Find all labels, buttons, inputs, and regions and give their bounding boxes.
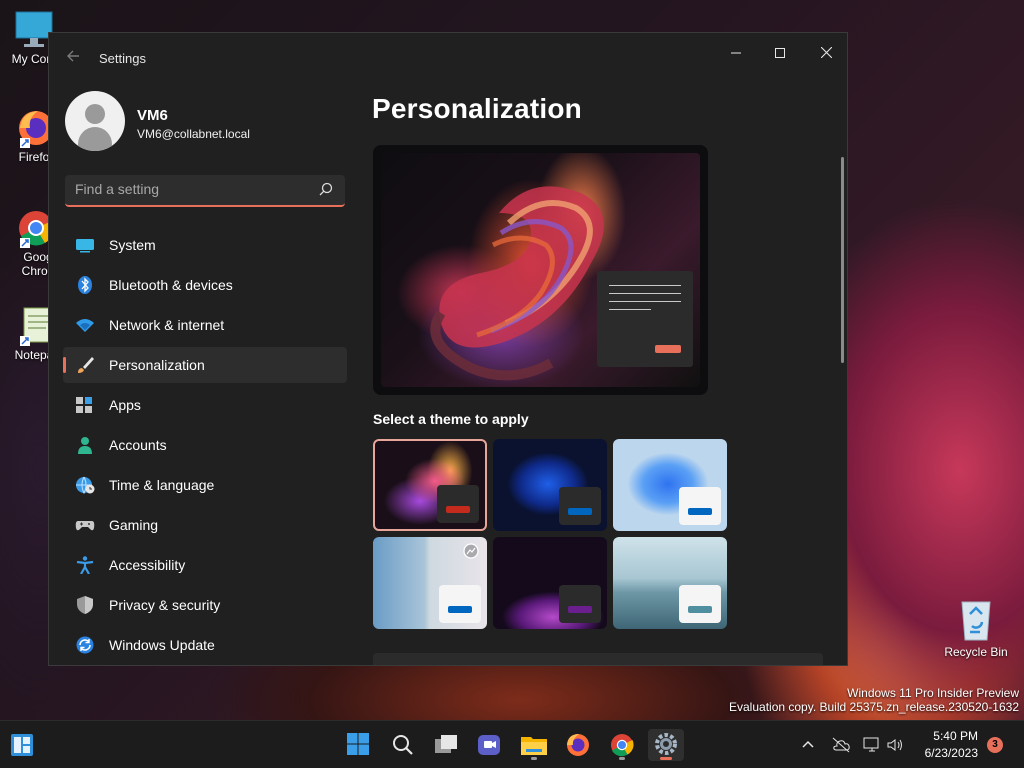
chat-icon bbox=[478, 735, 500, 755]
start-button[interactable] bbox=[340, 729, 376, 761]
spotlight-icon bbox=[463, 543, 479, 559]
settings-taskbar-button[interactable] bbox=[648, 729, 684, 761]
accessibility-icon bbox=[76, 556, 94, 574]
task-view-icon bbox=[435, 735, 457, 753]
network-icon[interactable] bbox=[863, 737, 881, 753]
gamepad-icon bbox=[75, 521, 95, 531]
volume-icon[interactable] bbox=[886, 737, 904, 753]
settings-nav: System Bluetooth & devices Network & int… bbox=[63, 227, 347, 665]
user-name: VM6 bbox=[137, 107, 168, 124]
search-input[interactable] bbox=[65, 175, 305, 203]
maximize-button[interactable] bbox=[757, 39, 803, 69]
search-box[interactable] bbox=[65, 175, 345, 207]
desktop-icon-recycle-bin[interactable]: Recycle Bin bbox=[944, 596, 1008, 659]
bluetooth-icon bbox=[78, 276, 92, 294]
task-view-button[interactable] bbox=[428, 729, 464, 761]
sidebar: VM6 VM6@collabnet.local System Bluetooth… bbox=[63, 85, 347, 654]
file-explorer-button[interactable] bbox=[516, 729, 552, 761]
user-profile[interactable]: VM6 VM6@collabnet.local bbox=[63, 85, 347, 175]
maximize-icon bbox=[775, 48, 785, 58]
sidebar-item-accessibility[interactable]: Accessibility bbox=[63, 547, 347, 583]
theme-section-heading: Select a theme to apply bbox=[373, 411, 529, 427]
theme-flow[interactable] bbox=[613, 537, 727, 629]
window-title: Settings bbox=[99, 51, 146, 66]
sidebar-item-personalization[interactable]: Personalization bbox=[63, 347, 347, 383]
clock-date: 6/23/2023 bbox=[924, 746, 978, 760]
chevron-up-icon[interactable] bbox=[800, 737, 816, 753]
close-button[interactable] bbox=[803, 39, 847, 69]
wifi-icon bbox=[76, 319, 94, 332]
theme-bloom-light[interactable] bbox=[613, 439, 727, 531]
recycle-bin-icon bbox=[961, 601, 991, 641]
sidebar-item-label: Network & internet bbox=[109, 317, 225, 333]
sidebar-item-network[interactable]: Network & internet bbox=[63, 307, 347, 343]
sidebar-item-label: System bbox=[109, 237, 156, 253]
clock[interactable]: 5:40 PM 6/23/2023 bbox=[925, 728, 978, 762]
sidebar-item-label: Apps bbox=[109, 397, 141, 413]
update-icon bbox=[76, 636, 94, 654]
evaluation-watermark: Windows 11 Pro Insider Preview Evaluatio… bbox=[729, 686, 1019, 714]
page-title: Personalization bbox=[372, 93, 582, 124]
sidebar-item-label: Bluetooth & devices bbox=[109, 277, 233, 293]
sidebar-item-accounts[interactable]: Accounts bbox=[63, 427, 347, 463]
theme-glow-dark[interactable] bbox=[373, 439, 487, 531]
sidebar-item-gaming[interactable]: Gaming bbox=[63, 507, 347, 543]
notification-badge[interactable]: 3 bbox=[987, 737, 1003, 753]
sidebar-item-label: Gaming bbox=[109, 517, 159, 533]
sidebar-item-privacy-security[interactable]: Privacy & security bbox=[63, 587, 347, 623]
widgets-button[interactable] bbox=[4, 729, 40, 761]
settings-window: Settings VM6 VM6@collabnet.local System bbox=[48, 32, 848, 666]
watermark-line-1: Windows 11 Pro Insider Preview bbox=[847, 686, 1019, 700]
person-icon bbox=[78, 437, 92, 454]
sidebar-item-label: Personalization bbox=[109, 357, 205, 373]
back-button[interactable] bbox=[63, 49, 83, 69]
sidebar-item-label: Windows Update bbox=[109, 637, 215, 653]
cloud-offline-icon[interactable] bbox=[831, 737, 851, 753]
settings-card-partial[interactable] bbox=[373, 653, 823, 665]
sidebar-item-system[interactable]: System bbox=[63, 227, 347, 263]
sidebar-item-windows-update[interactable]: Windows Update bbox=[63, 627, 347, 663]
user-email: VM6@collabnet.local bbox=[137, 127, 250, 141]
sidebar-item-time-language[interactable]: Time & language bbox=[63, 467, 347, 503]
avatar bbox=[65, 91, 125, 151]
firefox-icon bbox=[567, 734, 589, 756]
sidebar-item-label: Time & language bbox=[109, 477, 215, 493]
title-bar[interactable]: Settings bbox=[49, 33, 847, 85]
theme-sunrise[interactable] bbox=[493, 537, 607, 629]
clock-time: 5:40 PM bbox=[933, 729, 978, 743]
arrow-left-icon bbox=[67, 50, 79, 62]
sidebar-item-label: Accessibility bbox=[109, 557, 186, 573]
theme-bloom-dark[interactable] bbox=[493, 439, 607, 531]
minimize-icon bbox=[731, 52, 741, 54]
globe-clock-icon bbox=[76, 476, 95, 494]
theme-preview bbox=[373, 145, 708, 395]
chat-button[interactable] bbox=[472, 729, 508, 761]
minimize-button[interactable] bbox=[713, 39, 759, 69]
watermark-line-2: Evaluation copy. Build 25375.zn_release.… bbox=[729, 700, 1019, 714]
sidebar-item-label: Privacy & security bbox=[109, 597, 221, 613]
recycle-bin-label: Recycle Bin bbox=[944, 645, 1008, 659]
search-button[interactable] bbox=[385, 729, 421, 761]
brush-icon bbox=[78, 357, 94, 373]
firefox-taskbar-button[interactable] bbox=[560, 729, 596, 761]
scrollbar[interactable] bbox=[841, 157, 844, 363]
chrome-taskbar-button[interactable] bbox=[604, 729, 640, 761]
sidebar-item-apps[interactable]: Apps bbox=[63, 387, 347, 423]
sidebar-item-label: Accounts bbox=[109, 437, 167, 453]
shield-icon bbox=[77, 596, 93, 614]
start-icon bbox=[347, 733, 369, 755]
taskbar: 5:40 PM 6/23/2023 3 bbox=[0, 720, 1024, 768]
apps-icon bbox=[76, 397, 92, 413]
sidebar-item-bluetooth[interactable]: Bluetooth & devices bbox=[63, 267, 347, 303]
widgets-icon bbox=[11, 734, 33, 756]
preview-window-sample bbox=[597, 271, 693, 367]
close-icon bbox=[820, 46, 832, 59]
search-icon bbox=[393, 735, 413, 755]
theme-spotlight[interactable] bbox=[373, 537, 487, 629]
search-icon[interactable] bbox=[319, 182, 333, 196]
system-icon bbox=[76, 239, 94, 253]
